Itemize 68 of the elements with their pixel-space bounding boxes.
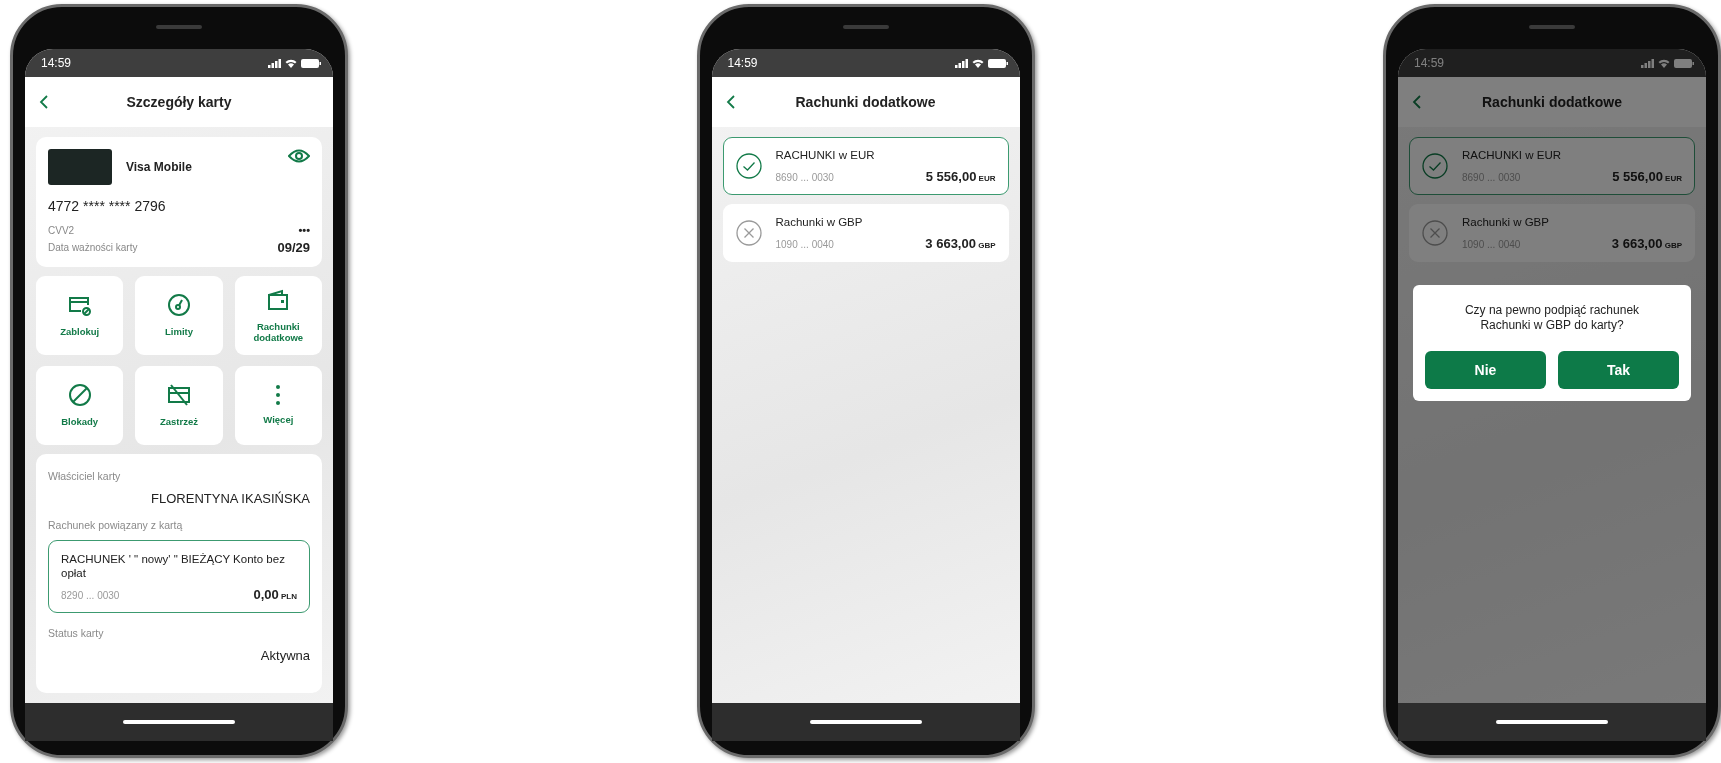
linked-account-card[interactable]: RACHUNEK ' " nowy' " BIEŻĄCY Konto bez opłat 8290 ... 0030 0,00 PLN (48, 540, 310, 613)
x-circle-icon (735, 220, 762, 247)
gauge-icon (167, 293, 191, 318)
prohibited-icon (67, 383, 92, 408)
card-image (48, 149, 112, 185)
signal-icon (1641, 58, 1654, 68)
account-name: RACHUNEK ' " nowy' " BIEŻĄCY Konto bez opłat (61, 553, 286, 581)
signal-icon (954, 58, 968, 68)
account-row[interactable]: RACHUNKI w EUR 8690 ... 0030 5 556,00 EUR (722, 137, 1009, 195)
account-balance: 5 556,00 EUR (1612, 168, 1682, 184)
cvv-label: CVV2 (48, 224, 75, 236)
cvv-value: ••• (298, 224, 310, 236)
status-time: 14:59 (727, 56, 758, 70)
account-balance: 3 663,00 GBP (925, 235, 996, 251)
linked-account-label: Rachunek powiązany z kartą (48, 519, 184, 531)
speaker-slot (1529, 25, 1575, 29)
account-name: RACHUNKI w EUR (1462, 149, 1563, 163)
dialog-button[interactable]: Nie (1425, 351, 1546, 389)
card-number: 4772 **** **** 2796 (48, 198, 167, 214)
account-name: Rachunki w GBP (775, 215, 864, 230)
status-time: 14:59 (41, 56, 72, 70)
wifi-icon (1658, 58, 1670, 68)
check-circle-icon (1422, 153, 1448, 180)
check-circle-icon (735, 153, 762, 180)
wifi-icon (971, 58, 984, 68)
expiry-value: 09/29 (277, 240, 310, 255)
owner-label: Właściciel karty (48, 470, 122, 482)
account-name: Rachunki w GBP (1462, 215, 1550, 230)
screen-title: Rachunki dodatkowe (1482, 94, 1622, 110)
eye-icon[interactable] (288, 149, 310, 163)
wallet-icon (266, 288, 291, 313)
back-icon[interactable] (39, 95, 48, 109)
signal-icon (268, 58, 281, 68)
battery-icon (301, 58, 321, 68)
dialog-button[interactable]: Tak (1558, 351, 1679, 389)
back-icon[interactable] (725, 95, 735, 109)
action-tile[interactable]: Więcej (234, 366, 322, 445)
status-time: 14:59 (1414, 56, 1445, 70)
dialog-message: Czy na pewno podpiąć rachunek Rachunki w GBP do karty? (1463, 303, 1641, 333)
action-tile[interactable]: Blokady (36, 366, 124, 445)
action-tile[interactable]: Limity (135, 276, 223, 355)
account-number: 1090 ... 0040 (775, 238, 834, 250)
action-tile[interactable]: Zastrzeż (135, 366, 223, 445)
account-balance: 3 663,00 GBP (1611, 235, 1682, 251)
card-name: Visa Mobile (126, 160, 192, 174)
account-name: RACHUNKI w EUR (775, 149, 876, 163)
action-tile[interactable]: Rachunki dodatkowe (234, 276, 322, 355)
account-number: 8690 ... 0030 (775, 171, 834, 183)
crossed-card-icon (167, 383, 191, 408)
speaker-slot (842, 25, 889, 29)
x-circle-icon (1422, 220, 1448, 247)
battery-icon (987, 58, 1008, 68)
status-label: Status karty (48, 626, 105, 639)
battery-icon (1674, 58, 1694, 68)
speaker-slot (156, 25, 202, 29)
account-row[interactable]: Rachunki w GBP 1090 ... 0040 3 663,00 GBP (722, 203, 1009, 262)
account-balance: 0,00 PLN (253, 586, 297, 602)
card-status: Aktywna (259, 647, 310, 663)
more-icon (276, 385, 281, 406)
back-icon[interactable] (1412, 95, 1421, 109)
wifi-icon (285, 58, 297, 68)
expiry-label: Data ważności karty (48, 242, 138, 253)
action-tile[interactable]: Zablokuj (36, 276, 124, 355)
account-number: 8290 ... 0030 (61, 589, 120, 601)
screen-title: Rachunki dodatkowe (795, 94, 936, 110)
screen-title: Szczegóły karty (126, 94, 232, 110)
account-balance: 5 556,00 EUR (925, 168, 996, 184)
owner-name: FLORENTYNA IKASIŃSKA (150, 491, 310, 506)
